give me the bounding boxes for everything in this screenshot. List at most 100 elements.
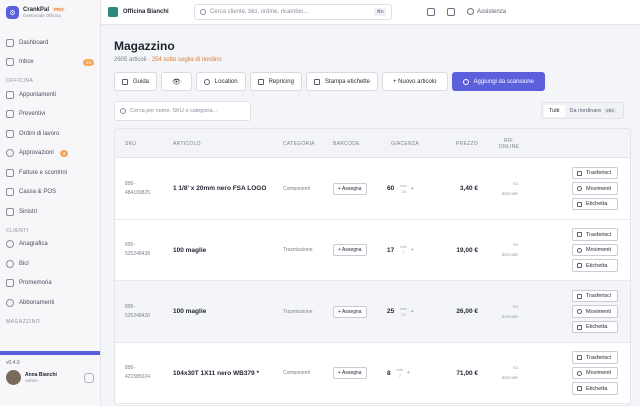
grid-icon [6,38,14,47]
label-button[interactable]: Etichetta [572,197,618,211]
transfer-icon [577,355,582,360]
sidebar-item-appuntamenti[interactable]: Appuntamenti [0,85,100,105]
row-actions: Trasferisci Movimenti Etichetta [572,343,618,404]
location-button[interactable]: Location [195,72,246,91]
tag-icon [257,78,264,85]
sidebar-item-dashboard[interactable]: Dashboard [0,33,100,53]
sidebar-item-preventivi[interactable]: Preventivi [0,105,100,125]
table-row[interactable]: 895- 525248438 100 maglie Trasmissione + … [115,219,630,281]
shop-switcher[interactable]: Officina Bianchi [108,7,169,17]
col-category[interactable]: CATEGORIA [283,129,315,158]
assist-button[interactable]: Assistenza [467,8,506,15]
col-price[interactable]: PREZZO [445,129,478,158]
users-icon [6,240,14,249]
app-subtitle: Gestionale Officina [23,13,61,18]
row-actions: Trasferisci Movimenti Etichetta [572,158,618,219]
assign-barcode-button[interactable]: + Assegna [333,244,367,256]
guide-button[interactable]: Guida [114,72,158,91]
row-article-name: 1 1/8' x 20mm nero FSA LOGO [173,185,267,192]
transfer-icon [577,232,582,237]
sidebar-item-sinistri[interactable]: Sinistri [0,202,100,222]
assign-barcode-button[interactable]: + Assegna [333,367,367,379]
stock-stepper-icon[interactable]: + [411,247,414,253]
stock-stepper-icon[interactable]: + [407,370,410,376]
movements-button[interactable]: Movimenti [572,366,618,380]
section-officina: OFFICINA [6,78,34,84]
sidebar-item-anagrafica[interactable]: Anagrafica [0,235,100,255]
section-magazzino: MAGAZZINO [6,318,41,325]
app-version: v0.4.9 [6,360,20,366]
row-category: Trasmissione [283,308,313,315]
transfer-icon [577,170,582,176]
row-barcode: + Assegna [333,158,367,219]
inventory-search-input[interactable]: Cerca per nome, SKU o categoria... [114,101,251,121]
filter-all[interactable]: Tutti [544,104,565,117]
shop-name: Officina Bianchi [123,9,169,15]
movements-button[interactable]: Movimenti [572,243,618,257]
scan-add-button[interactable]: Aggiungi da scansione [451,72,545,91]
transfer-button[interactable]: Trasferisci [572,289,618,303]
label-button[interactable]: Etichetta [572,320,618,334]
stock-stepper-icon[interactable]: + [411,186,414,192]
sidebar-item-ordini[interactable]: Ordini di lavoro [0,124,100,144]
transfer-button[interactable]: Trasferisci [572,166,618,180]
search-icon [120,108,126,114]
stock-stepper-icon[interactable]: + [411,309,414,315]
panel-icon[interactable] [447,8,455,16]
col-barcode: BARCODE [333,140,360,147]
tag-icon [577,201,582,207]
sidebar-item-bici[interactable]: Bici [0,254,100,274]
approvazioni-badge: 3 [59,149,69,157]
new-item-button[interactable]: + Nuovo articolo [381,72,448,91]
sidebar-item-abbonamenti[interactable]: Abbonamenti [0,293,100,313]
movements-button[interactable]: Movimenti [572,305,618,318]
transfer-button[interactable]: Trasferisci [572,228,618,241]
col-article[interactable]: ARTICOLO [173,129,201,158]
table-row[interactable]: 895- 421585024 104x30T 1X11 nero WB379 * … [115,342,630,404]
brand-logo-icon: ⚙ [6,6,19,19]
sidebar: ⚙ CrankPal PRO Gestionale Officina Dashbo… [0,0,101,406]
sidebar-item-approvazioni[interactable]: Approvazioni 3 [0,144,100,164]
sidebar-item-cassa[interactable]: Cassa & POS [0,183,100,203]
row-category: Componenti [283,370,310,376]
sidebar-item-promemoria[interactable]: Promemoria [0,274,100,294]
printer-icon [313,78,320,85]
topbar: Officina Bianchi Cerca cliente, bici, or… [101,0,640,25]
stock-qty: 8 [387,369,391,377]
col-sku[interactable]: SKU [125,129,136,158]
row-price: 26,00 € [456,308,478,315]
sidebar-item-fatture[interactable]: Fatture e scontrini [0,163,100,183]
sidebar-footer: v0.4.9 Anna Bianchi Admin [0,350,100,406]
row-price: 19,00 € [456,246,478,254]
row-barcode: + Assegna [333,220,367,281]
movements-button[interactable]: Movimenti [572,182,618,195]
table-row[interactable]: 895- 484109825 1 1/8' x 20mm nero FSA LOG… [115,158,630,220]
clock-icon [577,186,582,191]
view-button[interactable]: 👁 [161,72,192,91]
page-subtitle: 2605 articoli · 254 sotto soglia di rior… [114,57,222,63]
col-stock[interactable]: GIACENZA [391,129,419,158]
location-pin-icon [203,78,210,85]
assign-barcode-button[interactable]: + Assegna [333,182,367,195]
user-profile[interactable]: Anna Bianchi Admin [0,370,100,385]
shop-icon [108,7,118,17]
sidebar-item-inbox[interactable]: Inbox 14 [0,53,100,73]
logout-icon[interactable] [84,372,94,383]
tag-icon [577,386,582,391]
page-title: Magazzino [114,39,175,53]
filter-reorder[interactable]: Da riordinare 254 [565,105,621,117]
table-header: SKU ARTICOLO CATEGORIA BARCODE GIACENZA … [115,129,630,158]
global-search-placeholder: Cerca cliente, bici, ordine, ricambio... [210,9,309,15]
repricing-button[interactable]: Repricing [249,72,302,91]
transfer-button[interactable]: Trasferisci [572,351,618,364]
print-labels-button[interactable]: Stampa etichette [305,72,378,91]
assign-barcode-button[interactable]: + Assegna [333,305,367,318]
label-button[interactable]: Etichetta [572,259,618,272]
table-row[interactable]: 895- 525248420 100 maglie Trasmissione + … [115,281,630,343]
row-sku: 895- 421585024 [125,365,151,380]
global-search-input[interactable]: Cerca cliente, bici, ordine, ricambio...… [194,4,392,20]
receipt-icon [6,168,14,177]
row-sku: 895- 484109825 [125,180,151,196]
notifications-icon[interactable] [427,8,435,16]
label-button[interactable]: Etichetta [572,382,618,395]
